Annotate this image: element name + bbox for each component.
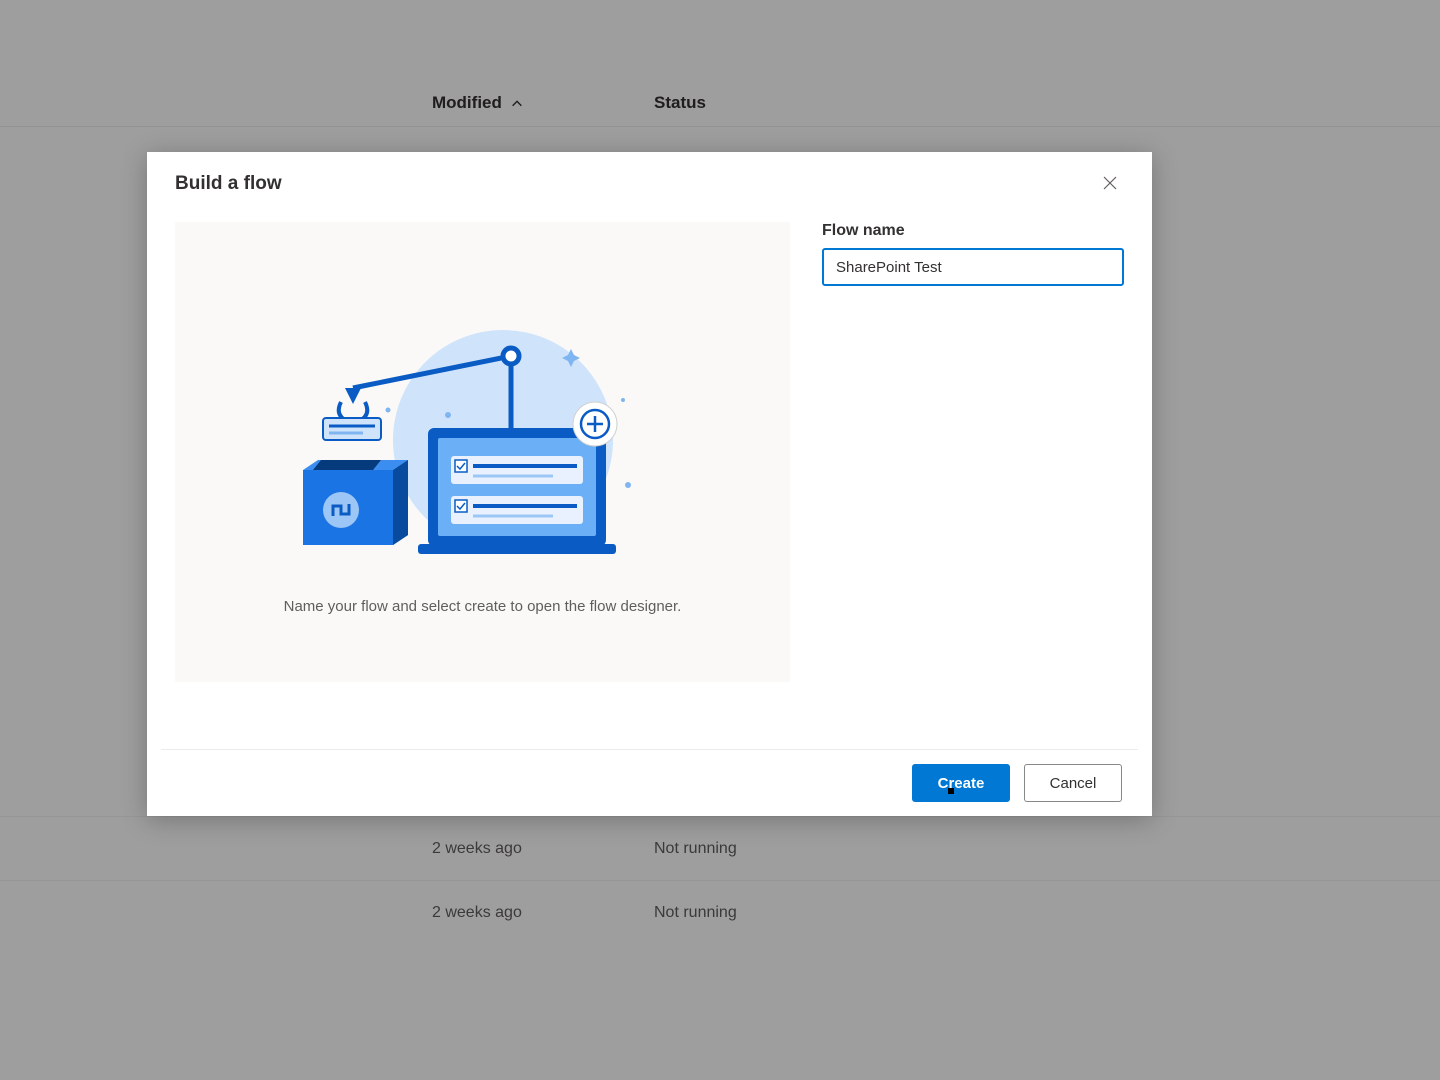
flow-illustration — [293, 320, 673, 570]
close-button[interactable] — [1094, 168, 1126, 200]
create-button[interactable]: Create — [912, 764, 1010, 802]
mouse-cursor — [948, 788, 954, 794]
modal-title: Build a flow — [175, 173, 282, 195]
cancel-button[interactable]: Cancel — [1024, 764, 1122, 802]
modal-header: Build a flow — [147, 152, 1152, 210]
flow-name-label: Flow name — [822, 222, 1124, 240]
close-icon — [1102, 175, 1118, 194]
form-panel: Flow name — [822, 222, 1124, 749]
build-flow-modal: Build a flow — [147, 152, 1152, 816]
modal-footer: Create Cancel — [161, 749, 1138, 816]
flow-name-input[interactable] — [822, 248, 1124, 286]
illustration-caption: Name your flow and select create to open… — [284, 598, 682, 615]
modal-body: Name your flow and select create to open… — [147, 210, 1152, 749]
illustration-panel: Name your flow and select create to open… — [175, 222, 790, 682]
